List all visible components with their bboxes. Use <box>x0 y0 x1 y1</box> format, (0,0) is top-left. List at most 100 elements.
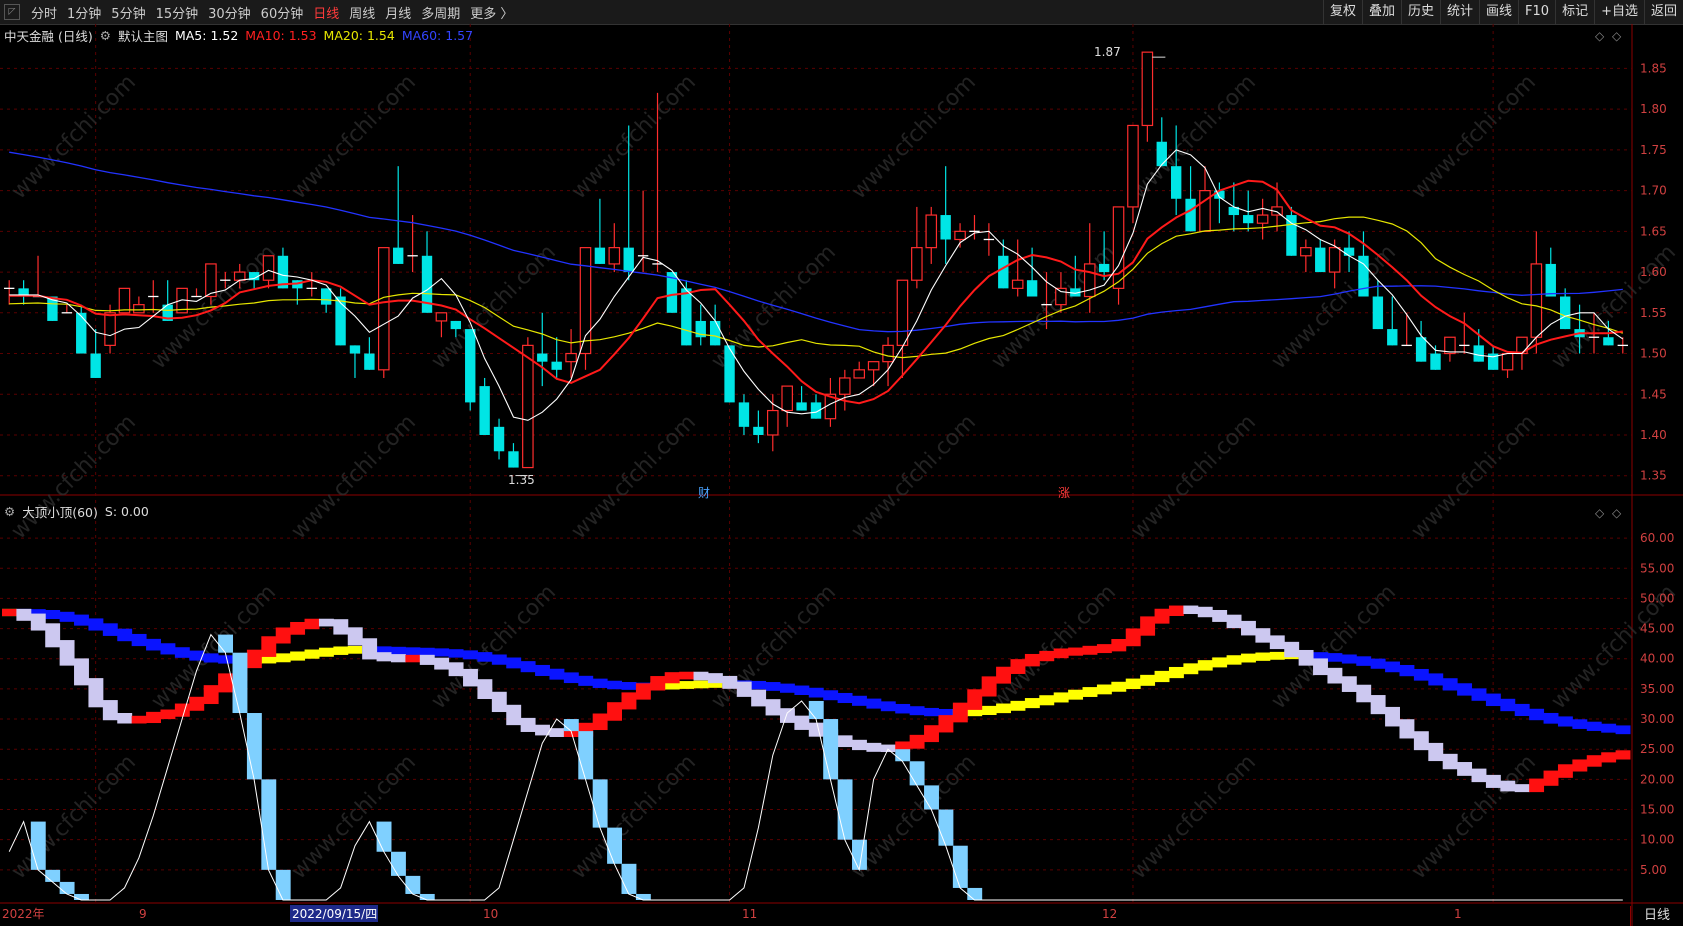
s-falling-bar <box>592 779 608 828</box>
candle-down <box>335 296 346 346</box>
trend-ribbon-bar <box>1341 654 1357 664</box>
candle-down <box>479 386 490 435</box>
ma60-value: MA60: 1.57 <box>401 27 474 43</box>
indicator-axis-label: 35.00 <box>1640 682 1674 696</box>
top-curve-bar <box>1226 614 1242 629</box>
trend-ribbon-bar <box>909 706 925 716</box>
watermark-text: www.cfchi.com <box>567 70 701 204</box>
trend-ribbon-bar <box>1370 658 1386 669</box>
trend-ribbon-bar <box>146 638 161 651</box>
top-curve-bar <box>1341 676 1357 692</box>
trend-ribbon-bar <box>1125 678 1141 690</box>
watermark-text: www.cfchi.com <box>567 410 701 544</box>
s-falling-bar <box>390 851 406 876</box>
top-curve-bar <box>1356 684 1372 703</box>
top-curve-bar <box>59 640 75 666</box>
watermark-text: www.cfchi.com <box>847 410 981 544</box>
trend-ribbon-bar <box>592 678 608 688</box>
trend-ribbon-bar <box>1557 716 1573 727</box>
trend-ribbon-bar <box>765 682 781 691</box>
trend-ribbon-bar <box>1514 703 1530 717</box>
indicator-axis-label: 25.00 <box>1640 742 1674 756</box>
indicator-axis-label: 15.00 <box>1640 803 1674 817</box>
candle-up <box>1141 51 1154 127</box>
top-curve-bar <box>1457 762 1473 776</box>
top-curve-bar <box>549 728 565 737</box>
top-curve-bar <box>679 671 695 680</box>
candle-down <box>1315 247 1326 273</box>
finance-tag[interactable]: 财 <box>698 484 710 501</box>
s-falling-bar <box>823 719 839 780</box>
trend-ribbon-bar <box>1471 688 1487 701</box>
trend-ribbon-bar <box>1039 695 1055 706</box>
top-curve-bar <box>1399 719 1415 739</box>
top-curve-bar <box>924 725 939 743</box>
candle-up <box>262 255 275 281</box>
s-falling-bar <box>261 779 277 870</box>
s-falling-bar <box>952 845 968 888</box>
limit-up-tag[interactable]: 涨 <box>1058 484 1070 501</box>
top-curve-bar <box>779 708 795 723</box>
top-curve-bar <box>117 713 133 724</box>
trend-ribbon-bar <box>880 701 896 712</box>
time-axis-label: 1 <box>1454 907 1462 921</box>
indicator-axis-label: 30.00 <box>1640 712 1674 726</box>
s-falling-bar <box>621 863 637 894</box>
trend-ribbon-bar <box>419 647 435 656</box>
top-curve-bar <box>1543 770 1559 786</box>
trend-ribbon-bar <box>131 633 147 647</box>
indicator-name[interactable]: 大顶小顶(60) <box>22 502 98 521</box>
candle-up <box>233 271 246 281</box>
top-curve-bar <box>88 678 104 708</box>
settings-icon[interactable]: ⚙ <box>4 504 15 519</box>
trend-ribbon-bar <box>823 690 839 701</box>
trend-ribbon-bar <box>1082 687 1098 697</box>
trend-ribbon-bar <box>1457 683 1473 696</box>
top-curve-bar <box>1125 628 1141 647</box>
candle-down <box>623 247 634 273</box>
watermark-text: www.cfchi.com <box>1127 410 1261 544</box>
trend-ribbon-bar <box>203 653 219 663</box>
trend-ribbon-bar <box>333 646 349 655</box>
trend-ribbon-bar <box>1586 721 1602 731</box>
candle-up <box>839 377 851 395</box>
top-curve-bar <box>664 672 680 684</box>
s-falling-bar <box>246 713 262 780</box>
trend-ribbon-bar <box>895 703 911 714</box>
trend-ribbon-bar <box>1442 678 1458 691</box>
trend-ribbon-bar <box>1269 651 1285 660</box>
price-axis-label: 1.45 <box>1640 387 1667 401</box>
candle-down <box>1603 337 1614 346</box>
price-axis-label: 1.85 <box>1640 61 1667 75</box>
candle-up <box>1083 263 1096 298</box>
top-curve-bar <box>751 689 767 707</box>
candle-down <box>940 215 951 240</box>
trend-ribbon-bar <box>1327 653 1343 662</box>
period-indicator[interactable]: 日线 <box>1630 906 1683 926</box>
trend-ribbon-bar <box>1111 681 1127 692</box>
candle-down <box>1243 215 1254 224</box>
candle-up <box>882 344 894 363</box>
top-curve-bar <box>1082 645 1098 655</box>
watermark-text: www.cfchi.com <box>7 70 141 204</box>
stock-chart[interactable]: www.cfchi.com www.cfchi.com www.cfchi.com w… <box>0 0 1683 926</box>
top-curve-bar <box>1370 695 1386 715</box>
template-name[interactable]: 默认主图 <box>118 26 168 45</box>
stock-name[interactable]: 中天金融 (日线) <box>4 26 93 45</box>
trend-ribbon-bar <box>1053 692 1069 703</box>
settings-icon[interactable]: ⚙ <box>100 28 111 43</box>
trend-ribbon-bar <box>607 680 623 690</box>
indicator-axis-label: 40.00 <box>1640 652 1674 666</box>
candle-down <box>1545 263 1556 297</box>
trend-ribbon-bar <box>924 707 939 717</box>
top-curve-bar <box>607 702 623 721</box>
top-curve-bar <box>592 713 608 731</box>
trend-ribbon-bar <box>102 623 118 636</box>
candle-up <box>1055 287 1067 306</box>
watermark-text: www.cfchi.com <box>7 750 141 884</box>
candle-up <box>867 361 880 371</box>
s-falling-bar <box>232 652 248 714</box>
price-axis-label: 1.80 <box>1640 102 1667 116</box>
candle-down <box>493 426 505 452</box>
top-curve-bar <box>30 613 46 631</box>
